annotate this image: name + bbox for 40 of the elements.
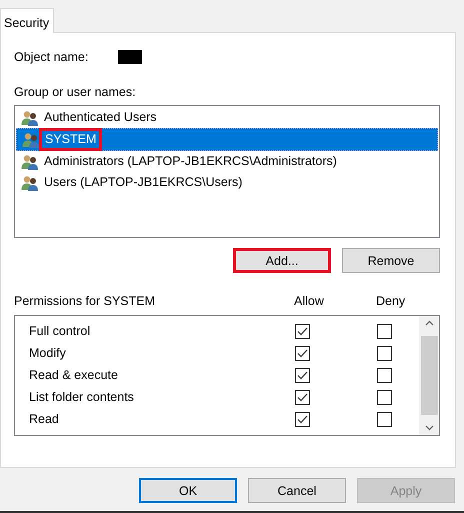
- column-header: Deny: [376, 294, 406, 310]
- user-name: Users (LAPTOP-JB1EKRCS\Users): [43, 174, 244, 191]
- column-header: Allow: [294, 294, 325, 310]
- permission-name: Read: [29, 412, 60, 426]
- deny-checkbox[interactable]: [377, 346, 392, 360]
- allow-checkbox[interactable]: [295, 390, 310, 404]
- remove-button[interactable]: Remove: [342, 248, 440, 273]
- group-label: Group or user names:: [14, 85, 137, 99]
- user-item[interactable]: Administrators (LAPTOP-JB1EKRCS\Administrators): [16, 151, 438, 172]
- users-icon: [21, 110, 39, 126]
- object-name-label: Object name:: [14, 50, 88, 64]
- users-icon: [21, 154, 39, 170]
- user-name: Administrators (LAPTOP-JB1EKRCS\Administrators): [43, 153, 338, 170]
- permission-name: List folder contents: [29, 390, 135, 404]
- scroll-down-icon[interactable]: [424, 425, 434, 431]
- user-name: SYSTEM: [39, 128, 102, 151]
- deny-checkbox[interactable]: [377, 412, 392, 426]
- deny-checkbox[interactable]: [377, 324, 392, 338]
- security-tab[interactable]: Security: [0, 8, 54, 33]
- user-item[interactable]: SYSTEM: [16, 128, 438, 151]
- allow-checkbox[interactable]: [295, 324, 310, 338]
- permission-name: Read & execute: [29, 368, 119, 382]
- permission-name: Full control: [29, 324, 92, 338]
- allow-checkbox[interactable]: [295, 412, 310, 426]
- allow-checkbox[interactable]: [295, 346, 310, 360]
- allow-checkbox[interactable]: [295, 368, 310, 382]
- deny-checkbox[interactable]: [377, 390, 392, 404]
- user-item[interactable]: Users (LAPTOP-JB1EKRCS\Users): [16, 172, 438, 193]
- deny-checkbox[interactable]: [377, 368, 392, 382]
- user-item[interactable]: Authenticated Users: [16, 107, 438, 128]
- users-icon: [21, 174, 39, 190]
- cancel-button[interactable]: Cancel: [248, 478, 346, 503]
- permission-name: Modify: [29, 346, 67, 360]
- add-button[interactable]: Add...: [233, 248, 331, 273]
- scroll-up-icon[interactable]: [424, 320, 434, 326]
- permissions-label: Permissions for SYSTEM: [14, 294, 156, 310]
- user-name: Authenticated Users: [43, 109, 158, 126]
- scrollbar[interactable]: [419, 316, 439, 435]
- ok-button[interactable]: OK: [139, 478, 237, 503]
- users-icon: [22, 132, 40, 148]
